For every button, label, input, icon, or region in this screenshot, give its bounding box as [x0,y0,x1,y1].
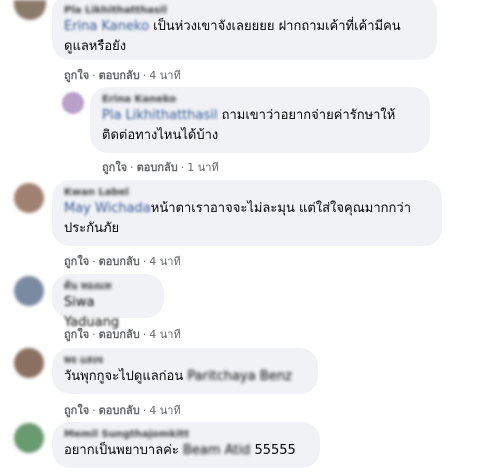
comment-time[interactable]: 1 นาที [187,161,218,174]
comment-actions: ถูกใจ · ตอบกลับ · 4 นาที [64,69,181,82]
reply-button[interactable]: ตอบกลับ [99,328,140,341]
comment-text-line: 55555 [250,443,296,458]
comment-text-line: เป็นห่วงเขาจังเลยยยย ฝากถามเค้าที่เค้ามี… [149,19,401,34]
comment-author[interactable]: Pla Likhithatthasil [64,4,425,17]
avatar[interactable] [14,183,44,213]
comment-text-line: อยากเป็นพยาบาลค่ะ [64,443,183,458]
comment-text-line: ดูแลหรือยัง [64,39,127,54]
comment-bubble: Memil Sungthajomkitt อยากเป็นพยาบาลค่ะ B… [52,422,320,468]
comment-text-line: หน้าตาเราอาจจะไม่ละมุน แต่ใส่ใจคุณมากกว่… [150,201,411,216]
comment-actions: ถูกใจ · ตอบกลับ · 4 นาที [64,255,181,268]
like-button[interactable]: ถูกใจ [64,404,89,417]
comment-bubble: Erina Kaneko Pla Likhithatthasil ถามเขาว… [90,87,430,153]
reply-button[interactable]: ตอบกลับ [99,69,140,82]
comment-author[interactable]: ต้น ทองแท [64,280,152,293]
comment-actions: ถูกใจ · ตอบกลับ · 4 นาที [64,404,181,417]
comment-author[interactable]: พจ แสงจ [64,354,306,367]
avatar[interactable] [14,348,44,378]
mention-link[interactable]: Paritchaya Benz [187,369,291,384]
comment-text-line: ถามเขาว่าอยากจ่ายค่ารักษาให้ [217,108,396,123]
avatar[interactable] [14,0,46,20]
avatar[interactable] [62,92,84,114]
comment-author[interactable]: Erina Kaneko [102,93,418,106]
avatar[interactable] [14,276,44,306]
like-button[interactable]: ถูกใจ [64,328,89,341]
comment-bubble: Kwan Label May Wichadaหน้าตาเราอาจจะไม่ล… [52,180,442,246]
comment-text: Erina Kaneko เป็นห่วงเขาจังเลยยยย ฝากถาม… [64,17,425,57]
comment-time[interactable]: 4 นาที [149,404,180,417]
comment-text: Pla Likhithatthasil ถามเขาว่าอยากจ่ายค่า… [102,106,418,146]
comment-text: อยากเป็นพยาบาลค่ะ Beam Atid 55555 [64,441,308,461]
comment-bubble: พจ แสงจ วันพุกกูจะไปดูแลก่อน Paritchaya … [52,348,318,394]
comment-text: May Wichadaหน้าตาเราอาจจะไม่ละมุน แต่ใส่… [64,199,430,239]
comment-text-line: ประกันภัย [64,221,120,236]
comment-time[interactable]: 4 นาที [149,69,180,82]
like-button[interactable]: ถูกใจ [64,255,89,268]
comment-text-line: วันพุกกูจะไปดูแลก่อน [64,369,188,384]
reply-button[interactable]: ตอบกลับ [99,404,140,417]
mention-link[interactable]: Erina Kaneko [64,19,149,34]
mention-link[interactable]: Beam Atid [183,443,250,458]
mention-link[interactable]: Pla Likhithatthasil [102,108,217,123]
like-button[interactable]: ถูกใจ [64,69,89,82]
comment-actions: ถูกใจ · ตอบกลับ · 1 นาที [102,161,219,174]
comment-text: วันพุกกูจะไปดูแลก่อน Paritchaya Benz [64,367,306,387]
comment-actions: ถูกใจ · ตอบกลับ · 4 นาที [64,328,181,341]
comment-author[interactable]: Memil Sungthajomkitt [64,428,308,441]
like-button[interactable]: ถูกใจ [102,161,127,174]
comment-text-line: ติดต่อทางไหนได้บ้าง [102,128,219,143]
comment-time[interactable]: 4 นาที [149,328,180,341]
comment-bubble: ต้น ทองแท Siwa Yaduang [52,274,164,330]
comment-time[interactable]: 4 นาที [149,255,180,268]
comment-bubble: Pla Likhithatthasil Erina Kaneko เป็นห่ว… [52,0,437,60]
avatar[interactable] [14,423,44,453]
mention-link[interactable]: May Wichada [64,201,151,216]
reply-button[interactable]: ตอบกลับ [137,161,178,174]
comment-author[interactable]: Kwan Label [64,186,430,199]
reply-button[interactable]: ตอบกลับ [99,255,140,268]
